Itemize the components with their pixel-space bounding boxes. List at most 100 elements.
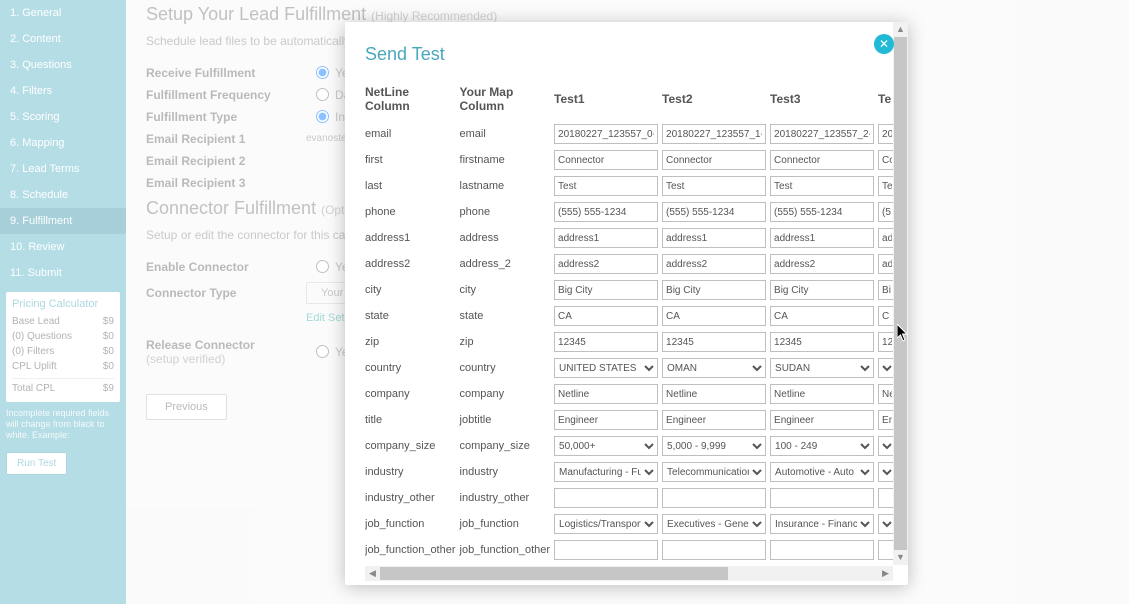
test-value-cell: UNITED STATES — [554, 355, 662, 381]
test-input[interactable] — [878, 410, 893, 430]
test-input[interactable] — [554, 540, 658, 560]
test-input[interactable] — [554, 332, 658, 352]
send-test-modal: ✕ Send Test NetLine Column Your Map Colu… — [345, 22, 908, 585]
test-input[interactable] — [770, 306, 874, 326]
test-input[interactable] — [878, 488, 893, 508]
test-select[interactable]: B — [878, 514, 893, 534]
test-input[interactable] — [878, 228, 893, 248]
test-input[interactable] — [662, 410, 766, 430]
test-input[interactable] — [554, 306, 658, 326]
test-input[interactable] — [878, 150, 893, 170]
netline-column-cell: company_size — [365, 433, 460, 459]
test-input[interactable] — [878, 306, 893, 326]
test-value-cell: S — [878, 563, 893, 565]
test-input[interactable] — [878, 384, 893, 404]
test-input[interactable] — [878, 280, 893, 300]
test-input[interactable] — [662, 124, 766, 144]
test-input[interactable] — [662, 306, 766, 326]
test-value-cell: OMAN — [662, 355, 770, 381]
test-input[interactable] — [662, 540, 766, 560]
test-input[interactable] — [554, 384, 658, 404]
test-select[interactable]: Executives - General — [662, 514, 766, 534]
test-input[interactable] — [662, 332, 766, 352]
scroll-left-arrow[interactable]: ◀ — [365, 566, 380, 581]
test-input[interactable] — [662, 384, 766, 404]
test-input[interactable] — [554, 228, 658, 248]
test-input[interactable] — [770, 280, 874, 300]
test-input[interactable] — [770, 202, 874, 222]
vertical-scroll-thumb[interactable] — [894, 37, 907, 550]
test-select[interactable]: S — [878, 358, 893, 378]
test-select[interactable]: UNITED STATES — [554, 358, 658, 378]
scroll-up-arrow[interactable]: ▲ — [893, 22, 908, 37]
test-input[interactable] — [770, 228, 874, 248]
test-select[interactable]: 100 - 249 — [770, 436, 874, 456]
test-input[interactable] — [554, 124, 658, 144]
test-input[interactable] — [662, 280, 766, 300]
test-value-cell — [878, 381, 893, 407]
test-input[interactable] — [878, 254, 893, 274]
test-select[interactable]: Telecommunications - — [662, 462, 766, 482]
header-test4: Te — [878, 83, 893, 121]
scroll-right-arrow[interactable]: ▶ — [878, 566, 893, 581]
test-input[interactable] — [770, 176, 874, 196]
test-select[interactable] — [878, 436, 893, 456]
test-select[interactable]: Insurance - Financial — [770, 514, 874, 534]
map-column-cell: phone — [460, 199, 555, 225]
test-value-cell: Insurance - Financial — [770, 511, 878, 537]
scroll-down-arrow[interactable]: ▼ — [893, 550, 908, 565]
netline-column-cell: phone — [365, 199, 460, 225]
modal-close-button[interactable]: ✕ — [874, 34, 894, 54]
test-select[interactable]: Manufacturing - Furni — [554, 462, 658, 482]
test-input[interactable] — [770, 384, 874, 404]
horizontal-scroll-thumb[interactable] — [380, 567, 728, 580]
test-input[interactable] — [770, 124, 874, 144]
test-input[interactable] — [554, 280, 658, 300]
test-value-cell — [770, 121, 878, 147]
test-value-cell — [662, 303, 770, 329]
test-input[interactable] — [662, 488, 766, 508]
test-input[interactable] — [554, 254, 658, 274]
test-input[interactable] — [770, 332, 874, 352]
test-input[interactable] — [662, 202, 766, 222]
test-value-cell — [662, 199, 770, 225]
netline-column-cell: zip — [365, 329, 460, 355]
test-input[interactable] — [554, 488, 658, 508]
test-input[interactable] — [770, 254, 874, 274]
test-input[interactable] — [770, 488, 874, 508]
modal-vertical-scrollbar[interactable]: ▲ ▼ — [893, 22, 908, 565]
test-select[interactable]: OMAN — [662, 358, 766, 378]
test-value-cell — [662, 329, 770, 355]
test-input[interactable] — [554, 202, 658, 222]
test-input[interactable] — [878, 176, 893, 196]
test-input[interactable] — [770, 540, 874, 560]
test-input[interactable] — [662, 254, 766, 274]
test-input[interactable] — [554, 176, 658, 196]
test-value-cell — [878, 225, 893, 251]
netline-column-cell: first — [365, 147, 460, 173]
test-input[interactable] — [662, 228, 766, 248]
test-select[interactable]: 50,000+ — [554, 436, 658, 456]
test-select[interactable]: 5,000 - 9,999 — [662, 436, 766, 456]
test-input[interactable] — [554, 410, 658, 430]
test-input[interactable] — [662, 150, 766, 170]
test-input[interactable] — [878, 540, 893, 560]
test-input[interactable] — [878, 202, 893, 222]
modal-horizontal-scrollbar[interactable]: ◀ ▶ — [365, 566, 893, 581]
table-row: job_functionjob_functionLogistics/Transp… — [365, 511, 893, 537]
test-value-cell — [770, 277, 878, 303]
test-input[interactable] — [770, 150, 874, 170]
test-input[interactable] — [770, 410, 874, 430]
test-value-cell — [770, 173, 878, 199]
test-input[interactable] — [878, 332, 893, 352]
test-select[interactable]: Logistics/Transportati — [554, 514, 658, 534]
test-select[interactable]: SUDAN — [770, 358, 874, 378]
test-value-cell — [662, 381, 770, 407]
test-value-cell — [662, 121, 770, 147]
test-value-cell — [878, 329, 893, 355]
test-input[interactable] — [662, 176, 766, 196]
test-select[interactable]: Automotive - Auto Pa — [770, 462, 874, 482]
test-input[interactable] — [554, 150, 658, 170]
test-select[interactable]: Te — [878, 462, 893, 482]
test-input[interactable] — [878, 124, 893, 144]
